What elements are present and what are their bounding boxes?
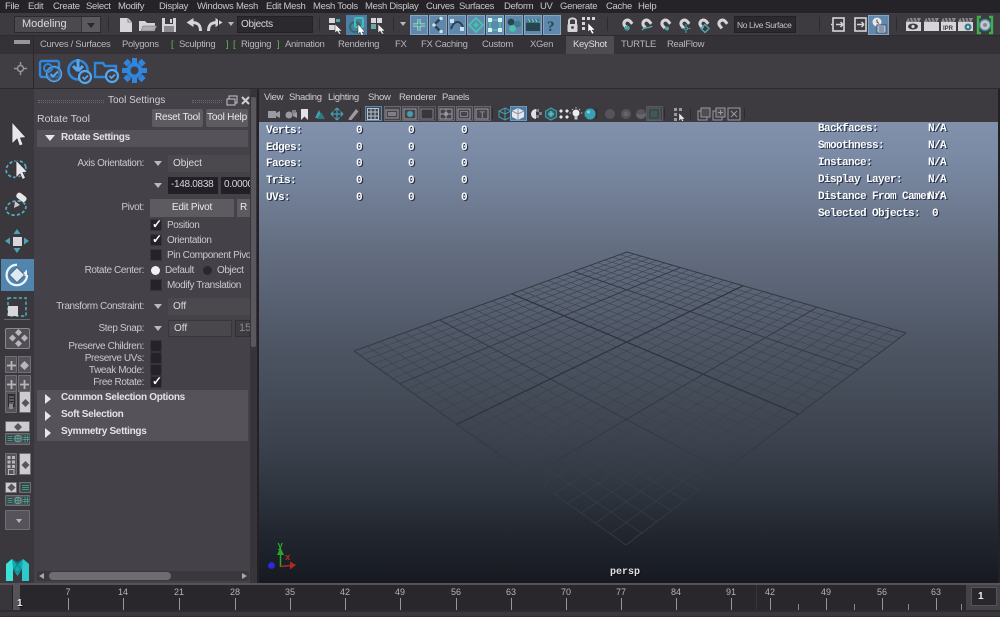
svg-text:x: x	[285, 553, 291, 563]
svg-text:y: y	[278, 541, 284, 551]
svg-text:IPR: IPR	[943, 26, 954, 32]
svg-text:T: T	[480, 110, 486, 120]
svg-text:?: ?	[547, 19, 555, 34]
